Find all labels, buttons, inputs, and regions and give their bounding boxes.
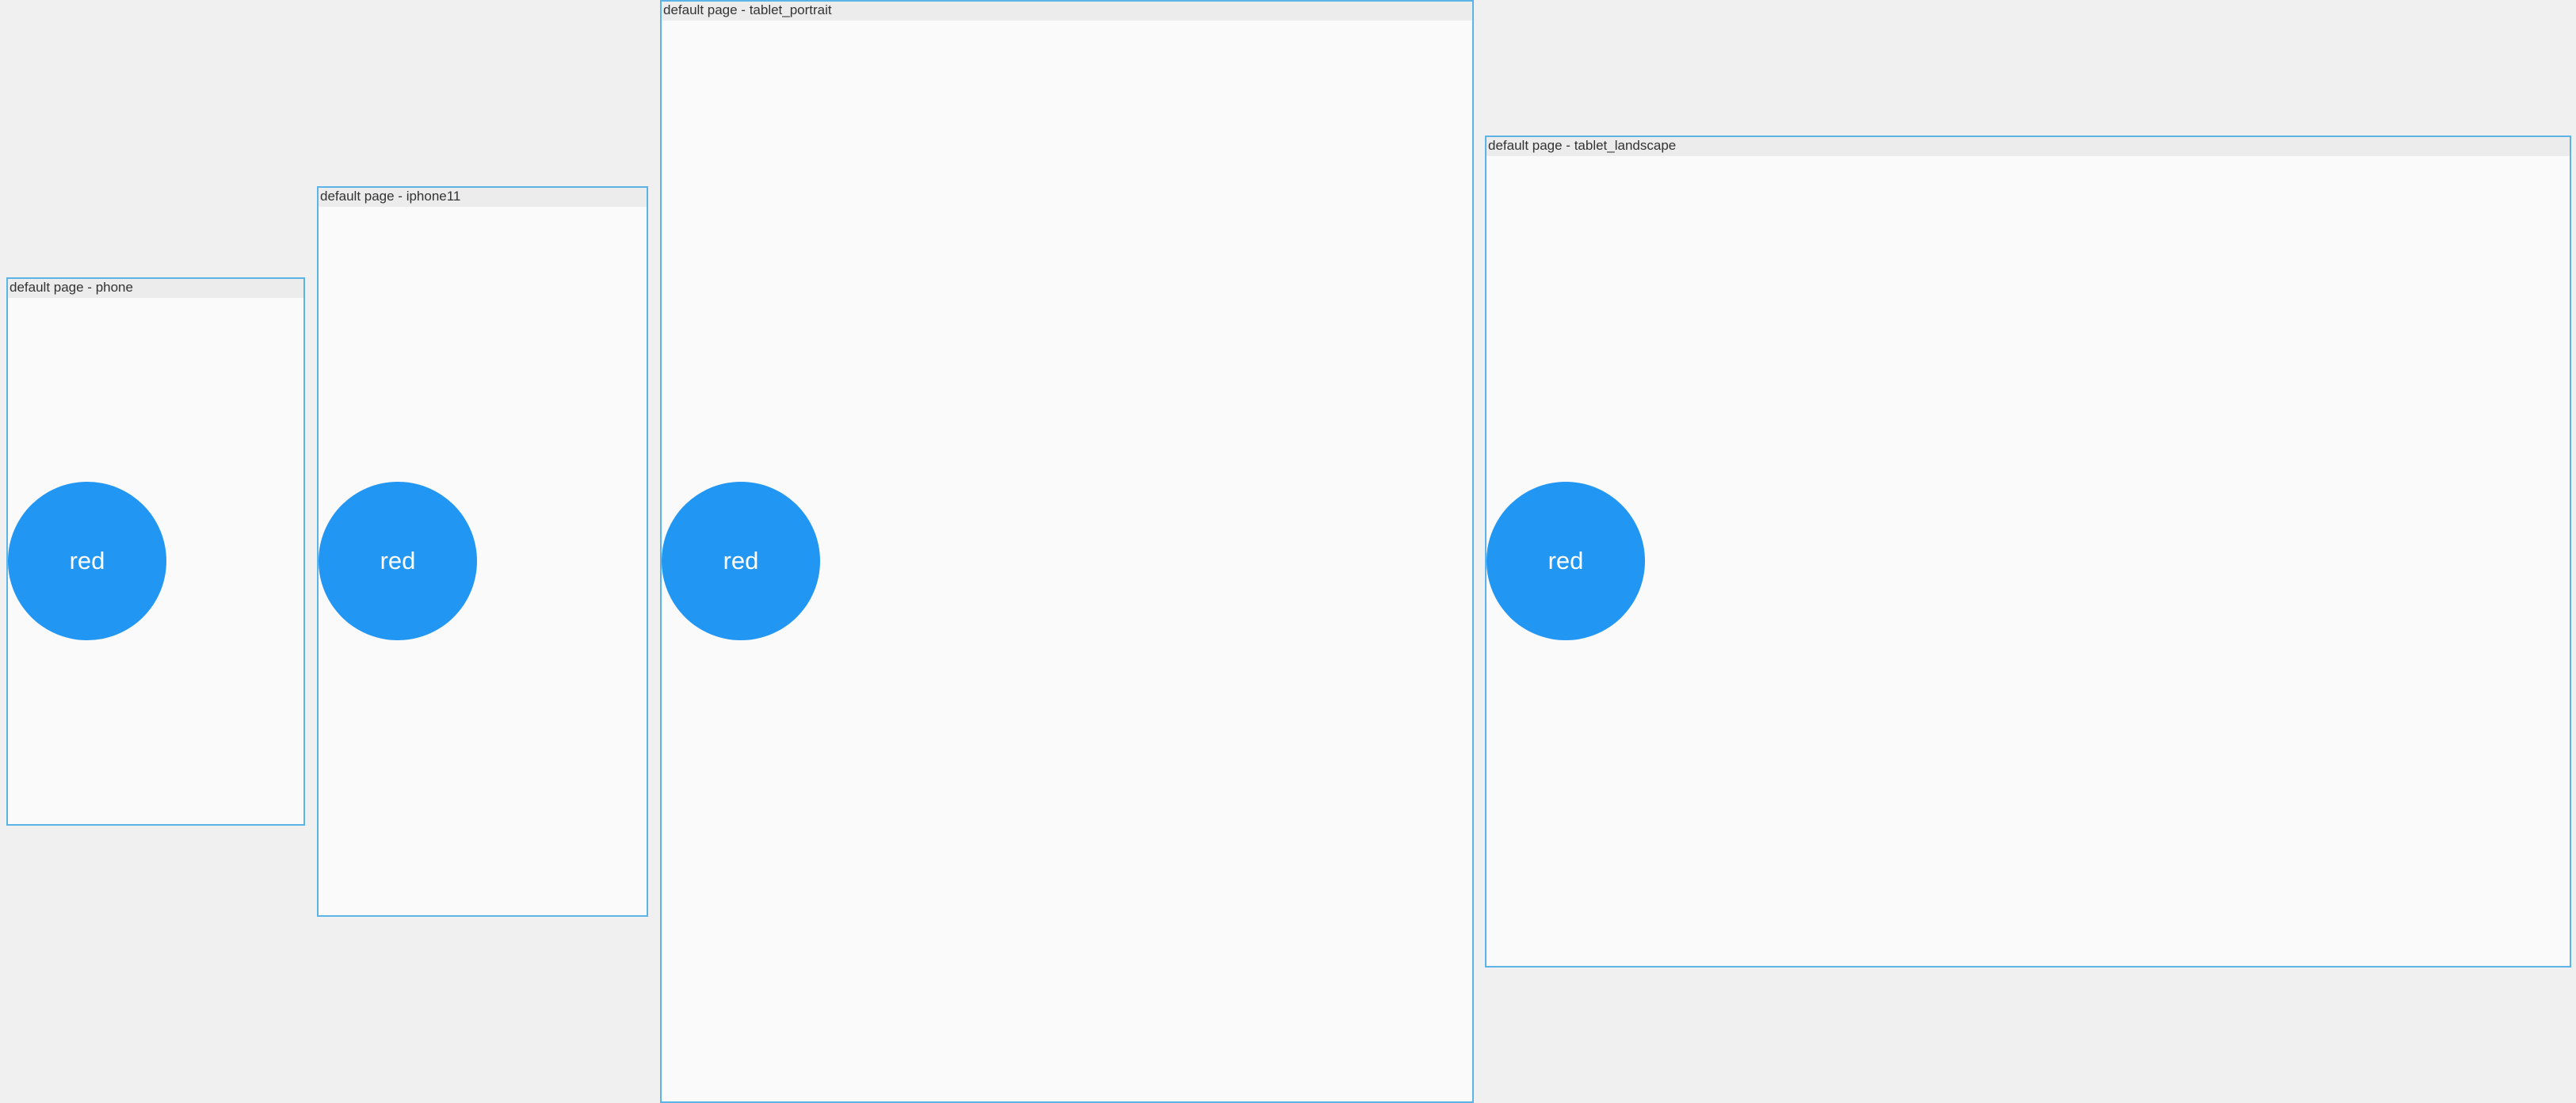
device-frame-tablet-portrait: default page - tablet_portrait red [660, 0, 1474, 1103]
red-circle-button[interactable]: red [319, 482, 477, 640]
red-circle-button[interactable]: red [8, 482, 166, 640]
device-frame-tablet-landscape: default page - tablet_landscape red [1485, 135, 2571, 968]
device-frame-phone: default page - phone red [6, 277, 305, 826]
frame-title: default page - tablet_portrait [662, 2, 1472, 21]
frame-title: default page - phone [8, 279, 303, 298]
frame-title: default page - tablet_landscape [1486, 137, 2570, 156]
device-frame-iphone11: default page - iphone11 red [317, 186, 648, 917]
red-circle-button[interactable]: red [1486, 482, 1645, 640]
red-circle-button[interactable]: red [662, 482, 820, 640]
frame-title: default page - iphone11 [319, 188, 647, 207]
